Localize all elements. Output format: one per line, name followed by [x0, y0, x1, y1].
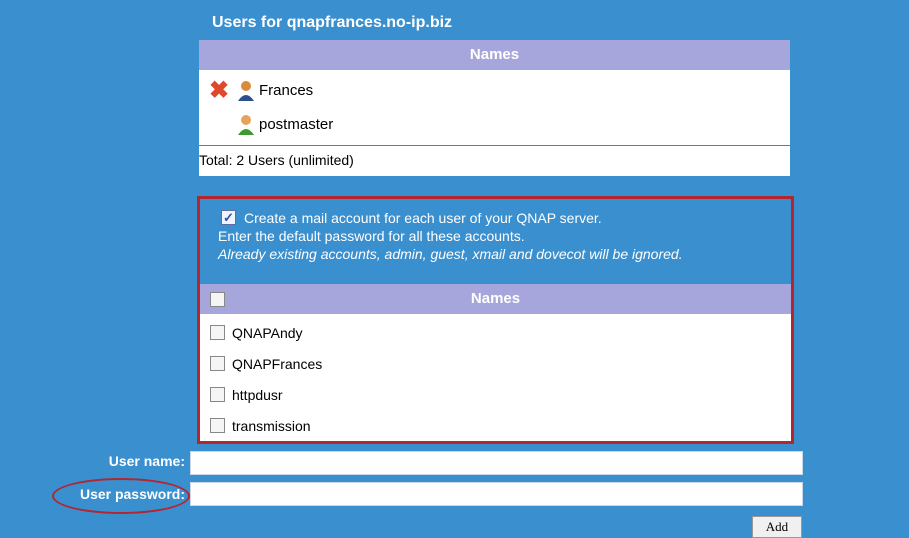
names-header: Names	[199, 40, 790, 70]
create-mail-option: ✓ Create a mail account for each user of…	[218, 209, 683, 227]
page-title: Users for qnapfrances.no-ip.biz	[212, 14, 453, 31]
create-mail-checkbox[interactable]: ✓	[221, 210, 236, 225]
username-label: User name:	[108, 453, 185, 469]
create-mail-label: Create a mail account for each user of y…	[244, 210, 602, 226]
users-total: Total: 2 Users (unlimited)	[199, 152, 354, 168]
mail-account-section: ✓ Create a mail account for each user of…	[197, 196, 794, 444]
ignored-accounts-note: Already existing accounts, admin, guest,…	[218, 246, 683, 262]
delete-icon[interactable]: ✖	[209, 79, 231, 103]
password-hint: Enter the default password for all these…	[218, 228, 525, 244]
account-label: transmission	[232, 418, 311, 434]
account-label: QNAPAndy	[232, 325, 303, 341]
accounts-list: QNAPAndy QNAPFrances httpdusr transmissi…	[200, 314, 791, 441]
account-checkbox[interactable]	[210, 356, 225, 371]
user-row-postmaster: postmaster	[199, 112, 499, 138]
user-row-frances: ✖ Frances	[199, 78, 499, 104]
mail-account-description: ✓ Create a mail account for each user of…	[218, 209, 683, 263]
divider	[199, 145, 790, 146]
users-panel: Names ✖ Frances postmaster Total: 2 User…	[199, 40, 790, 176]
select-all-checkbox[interactable]	[210, 292, 225, 307]
user-green-icon	[238, 115, 254, 135]
account-checkbox[interactable]	[210, 418, 225, 433]
account-label: httpdusr	[232, 387, 283, 403]
password-input[interactable]	[190, 482, 803, 506]
accounts-names-header: Names	[200, 284, 791, 314]
account-checkbox[interactable]	[210, 387, 225, 402]
account-label: QNAPFrances	[232, 356, 323, 372]
names-header-label: Names	[470, 290, 521, 307]
account-checkbox[interactable]	[210, 325, 225, 340]
user-name[interactable]: Frances	[259, 78, 313, 104]
user-orange-icon	[238, 81, 254, 101]
user-name[interactable]: postmaster	[259, 112, 333, 138]
username-input[interactable]	[190, 451, 803, 475]
password-label: User password:	[79, 486, 185, 502]
